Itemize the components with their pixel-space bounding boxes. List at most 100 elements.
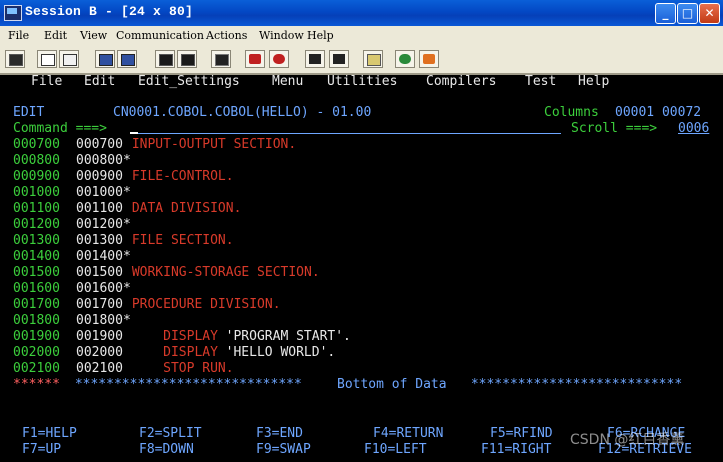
command-label: Command ===> xyxy=(13,121,107,136)
sequence-number: 001800* xyxy=(76,313,131,328)
stop-macro-icon[interactable] xyxy=(245,50,265,68)
sequence-number: 000900 xyxy=(76,169,123,184)
line-number[interactable]: 001400 xyxy=(13,249,60,265)
maximize-button[interactable]: □ xyxy=(677,3,698,24)
sequence-number: 001000* xyxy=(76,185,131,200)
window-title: Session B - [24 x 80] xyxy=(25,4,194,19)
bottom-stars-mid: ***************************** xyxy=(67,377,310,392)
line-text: PROCEDURE DIVISION. xyxy=(124,297,281,312)
line-number[interactable]: 001300 xyxy=(13,233,60,249)
sequence-number: 002000 xyxy=(76,345,123,360)
pfkey-f10[interactable]: F10=LEFT xyxy=(364,442,427,458)
sequence-number: 001700 xyxy=(76,297,123,312)
globe-icon[interactable] xyxy=(395,50,415,68)
line-number[interactable]: 001500 xyxy=(13,265,60,281)
sequence-number: 001100 xyxy=(76,201,123,216)
pfkey-f11[interactable]: F11=RIGHT xyxy=(481,442,551,458)
record-macro-icon[interactable] xyxy=(211,50,231,68)
edit-mode-label: EDIT xyxy=(13,105,45,120)
menu-file[interactable]: File xyxy=(8,29,29,42)
print-screen-icon[interactable] xyxy=(5,50,25,68)
terminal-screen[interactable]: File Edit Edit_Settings Menu Utilities C… xyxy=(0,74,723,462)
line-number[interactable]: 000800 xyxy=(13,153,60,169)
ispf-menu-menu[interactable]: Menu xyxy=(272,74,303,90)
pfkey-f3[interactable]: F3=END xyxy=(256,426,303,442)
pfkey-f5[interactable]: F5=RFIND xyxy=(490,426,553,442)
ispf-menu-compilers[interactable]: Compilers xyxy=(426,74,496,90)
minimize-button[interactable]: _ xyxy=(655,3,676,24)
copy-icon[interactable] xyxy=(37,50,57,68)
line-text: INPUT-OUTPUT SECTION. xyxy=(124,137,297,152)
ispf-menu-utilities[interactable]: Utilities xyxy=(327,74,397,90)
pfkey-f2[interactable]: F2=SPLIT xyxy=(139,426,202,442)
keyboard-icon[interactable] xyxy=(177,50,197,68)
line-number[interactable]: 002100 xyxy=(13,361,60,377)
menu-bar: File Edit View Communication Actions Win… xyxy=(0,26,723,47)
menu-communication[interactable]: Communication xyxy=(116,29,204,42)
pfkey-f8[interactable]: F8=DOWN xyxy=(139,442,194,458)
line-text: FILE SECTION. xyxy=(124,233,234,248)
bottom-stars-prefix: ****** xyxy=(13,377,60,392)
pfkey-f7[interactable]: F7=UP xyxy=(22,442,61,458)
pfkey-f1[interactable]: F1=HELP xyxy=(22,426,77,442)
csdn-watermark: CSDN @红目香薰 xyxy=(570,432,685,448)
line-number[interactable]: 001200 xyxy=(13,217,60,233)
paste-icon[interactable] xyxy=(59,50,79,68)
line-number[interactable]: 002000 xyxy=(13,345,60,361)
command-input[interactable] xyxy=(131,133,561,134)
send-icon[interactable] xyxy=(95,50,115,68)
sequence-number: 001500 xyxy=(76,265,123,280)
toolbar xyxy=(0,46,723,75)
pfkey-f9[interactable]: F9=SWAP xyxy=(256,442,311,458)
sequence-number: 000700 xyxy=(76,137,123,152)
help-icon[interactable] xyxy=(419,50,439,68)
terminal-app-icon xyxy=(4,5,22,21)
text-cursor xyxy=(130,132,138,134)
line-number[interactable]: 000900 xyxy=(13,169,60,185)
ispf-menu-help[interactable]: Help xyxy=(578,74,609,90)
ispf-menu-edit-settings[interactable]: Edit_Settings xyxy=(138,74,240,90)
string-literal: 'PROGRAM START'. xyxy=(225,329,351,344)
line-number[interactable]: 001900 xyxy=(13,329,60,345)
sequence-number: 001200* xyxy=(76,217,131,232)
scroll-amount-input[interactable]: 0006 xyxy=(678,121,709,137)
menu-window[interactable]: Window xyxy=(259,29,304,42)
columns-label: Columns xyxy=(544,105,599,120)
line-text: DISPLAY xyxy=(124,329,226,344)
close-button[interactable]: ✕ xyxy=(699,3,720,24)
menu-help[interactable]: Help xyxy=(307,29,334,42)
display-icon[interactable] xyxy=(155,50,175,68)
line-number[interactable]: 001700 xyxy=(13,297,60,313)
play-macro-icon[interactable] xyxy=(269,50,289,68)
menu-view[interactable]: View xyxy=(80,29,107,42)
menu-actions[interactable]: Actions xyxy=(206,29,247,42)
sequence-number: 001600* xyxy=(76,281,131,296)
menu-edit[interactable]: Edit xyxy=(44,29,67,42)
line-number[interactable]: 001800 xyxy=(13,313,60,329)
ispf-menu-test[interactable]: Test xyxy=(525,74,556,90)
bottom-stars-suffix: *************************** xyxy=(463,377,683,392)
sequence-number: 001900 xyxy=(76,329,123,344)
sequence-number: 001400* xyxy=(76,249,131,264)
line-number[interactable]: 001100 xyxy=(13,201,60,217)
clipboard-icon[interactable] xyxy=(363,50,383,68)
ispf-menu-file[interactable]: File xyxy=(31,74,62,90)
sequence-number: 002100 xyxy=(76,361,123,376)
line-text: DISPLAY xyxy=(124,345,226,360)
string-literal: 'HELLO WORLD'. xyxy=(225,345,336,360)
sequence-number: 001300 xyxy=(76,233,123,248)
sequence-number: 000800* xyxy=(76,153,131,168)
bottom-of-data-label: Bottom of Data xyxy=(337,377,447,392)
window-titlebar: Session B - [24 x 80] _ □ ✕ xyxy=(0,0,723,26)
pfkey-f4[interactable]: F4=RETURN xyxy=(373,426,443,442)
line-number[interactable]: 000700 xyxy=(13,137,60,153)
clipboard-icon[interactable] xyxy=(329,50,349,68)
line-number[interactable]: 001000 xyxy=(13,185,60,201)
pause-macro-icon[interactable] xyxy=(305,50,325,68)
line-number[interactable]: 001600 xyxy=(13,281,60,297)
scroll-label: Scroll ===> xyxy=(571,121,658,136)
ispf-menu-edit[interactable]: Edit xyxy=(84,74,115,90)
receive-icon[interactable] xyxy=(117,50,137,68)
columns-value: 00001 00072 xyxy=(615,105,702,120)
line-text: DATA DIVISION. xyxy=(124,201,242,216)
